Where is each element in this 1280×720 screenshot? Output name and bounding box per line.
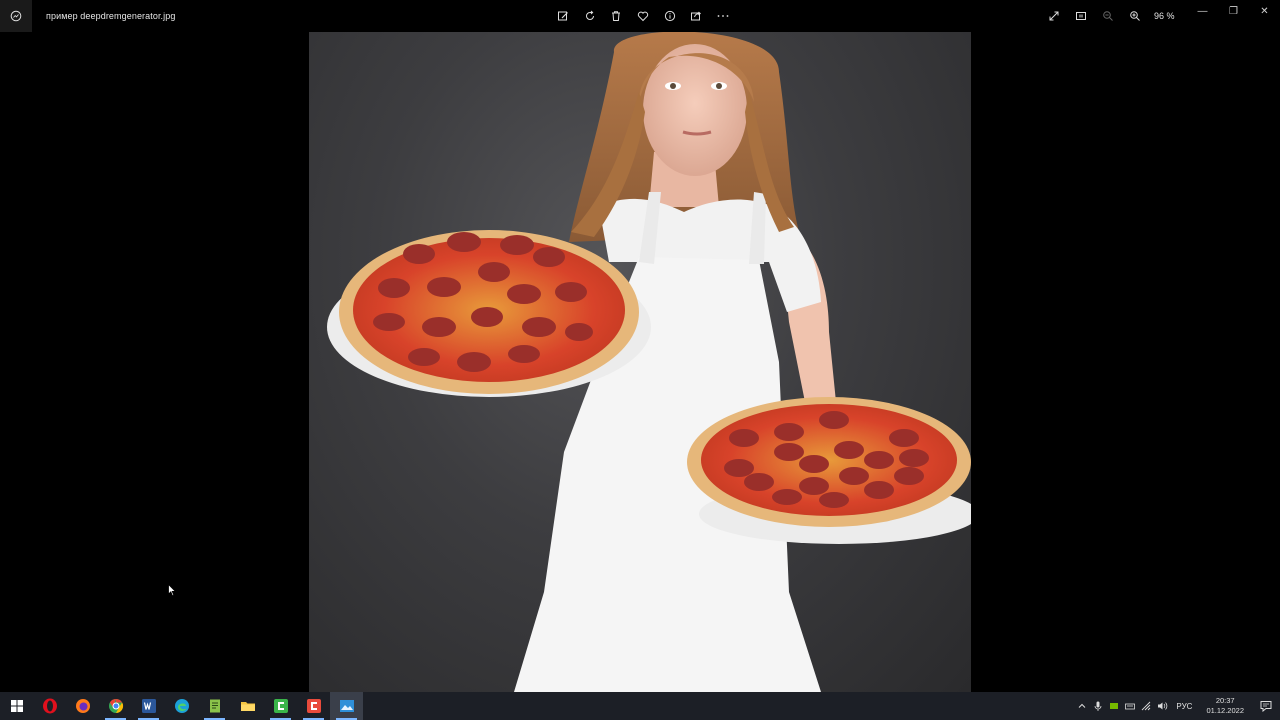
keyboard-icon[interactable]: [1122, 692, 1138, 720]
firefox-app[interactable]: [66, 692, 99, 720]
window-controls: — ❐ ✕: [1187, 0, 1280, 32]
clock[interactable]: 20:37 01.12.2022: [1206, 696, 1244, 716]
image-viewer[interactable]: [0, 32, 1280, 692]
edit-image-icon[interactable]: [550, 0, 577, 32]
camtasia-icon: [273, 699, 288, 713]
camtasia-app[interactable]: [264, 692, 297, 720]
displayed-photo: [309, 32, 971, 692]
restore-button[interactable]: ❐: [1218, 0, 1249, 22]
notepad-app[interactable]: [198, 692, 231, 720]
mouse-cursor-icon: [168, 583, 177, 602]
recorder-app[interactable]: [297, 692, 330, 720]
recorder-icon: [306, 699, 321, 713]
photos-app[interactable]: [330, 692, 363, 720]
start-button[interactable]: [0, 692, 33, 720]
photos-back-icon[interactable]: [0, 0, 32, 32]
close-button[interactable]: ✕: [1249, 0, 1280, 22]
title-bar: пример deepdremgenerator.jpg 96 % — ❐ ✕: [0, 0, 1280, 32]
notepad-icon: [209, 699, 220, 713]
edge-app[interactable]: [165, 692, 198, 720]
chevron-up-icon[interactable]: [1074, 692, 1090, 720]
windows-logo-icon: [10, 700, 23, 712]
image-toolbar: [550, 0, 736, 32]
photo-illustration: [327, 32, 971, 692]
opera-app[interactable]: [33, 692, 66, 720]
clock-date: 01.12.2022: [1206, 706, 1244, 715]
volume-icon[interactable]: [1154, 692, 1170, 720]
nvidia-icon[interactable]: [1106, 692, 1122, 720]
firefox-icon: [75, 699, 90, 713]
more-icon[interactable]: [710, 0, 737, 32]
word-icon: [141, 699, 156, 713]
favorite-icon[interactable]: [630, 0, 657, 32]
share-icon[interactable]: [683, 0, 710, 32]
zoom-in-icon[interactable]: [1121, 0, 1148, 32]
opera-icon: [42, 698, 57, 714]
delete-icon[interactable]: [603, 0, 630, 32]
slideshow-icon[interactable]: [1067, 0, 1094, 32]
taskbar: РУС 20:37 01.12.2022: [0, 692, 1280, 720]
rotate-icon[interactable]: [577, 0, 604, 32]
folder-icon: [240, 702, 255, 711]
notification-center-icon[interactable]: [1252, 692, 1280, 720]
view-toolbar: 96 %: [1040, 0, 1194, 32]
microphone-icon[interactable]: [1090, 692, 1106, 720]
chrome-app[interactable]: [99, 692, 132, 720]
fullscreen-icon[interactable]: [1040, 0, 1067, 32]
word-app[interactable]: [132, 692, 165, 720]
network-icon[interactable]: [1138, 692, 1154, 720]
input-language[interactable]: РУС: [1176, 702, 1192, 711]
edge-icon: [174, 699, 189, 713]
system-tray: РУС 20:37 01.12.2022: [1074, 692, 1280, 720]
file-name: пример deepdremgenerator.jpg: [46, 11, 176, 21]
minimize-button[interactable]: —: [1187, 0, 1218, 22]
chrome-icon: [108, 698, 123, 714]
clock-time: 20:37: [1215, 696, 1235, 705]
photos-icon: [339, 700, 354, 712]
zoom-out-icon[interactable]: [1094, 0, 1121, 32]
info-icon[interactable]: [656, 0, 683, 32]
explorer-app[interactable]: [231, 692, 264, 720]
